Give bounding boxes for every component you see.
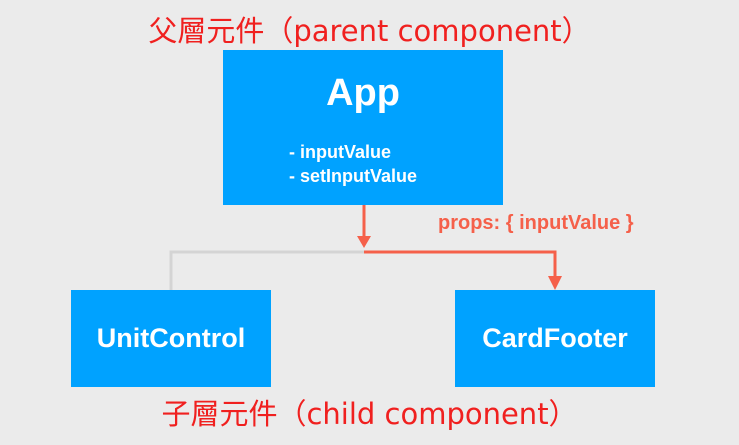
- app-title: App: [326, 72, 400, 114]
- cardfooter-component-box: CardFooter: [455, 290, 655, 387]
- app-component-box: App - inputValue - setInputValue: [223, 50, 503, 205]
- parent-component-heading: 父層元件（parent component）: [148, 14, 591, 48]
- app-state-list: - inputValue - setInputValue: [289, 140, 417, 188]
- unitcontrol-component-box: UnitControl: [71, 290, 271, 387]
- props-label: props: { inputValue }: [438, 212, 634, 234]
- gray-connector: [169, 250, 364, 290]
- component-name: UnitControl: [96, 323, 246, 353]
- props-connector: [364, 250, 557, 278]
- arrowhead: [357, 236, 371, 248]
- state-field: - inputValue: [289, 142, 392, 162]
- child-component-heading: 子層元件（child component）: [161, 397, 578, 431]
- arrowhead: [548, 276, 562, 290]
- component-name: CardFooter: [482, 323, 628, 353]
- state-field: - setInputValue: [289, 166, 418, 186]
